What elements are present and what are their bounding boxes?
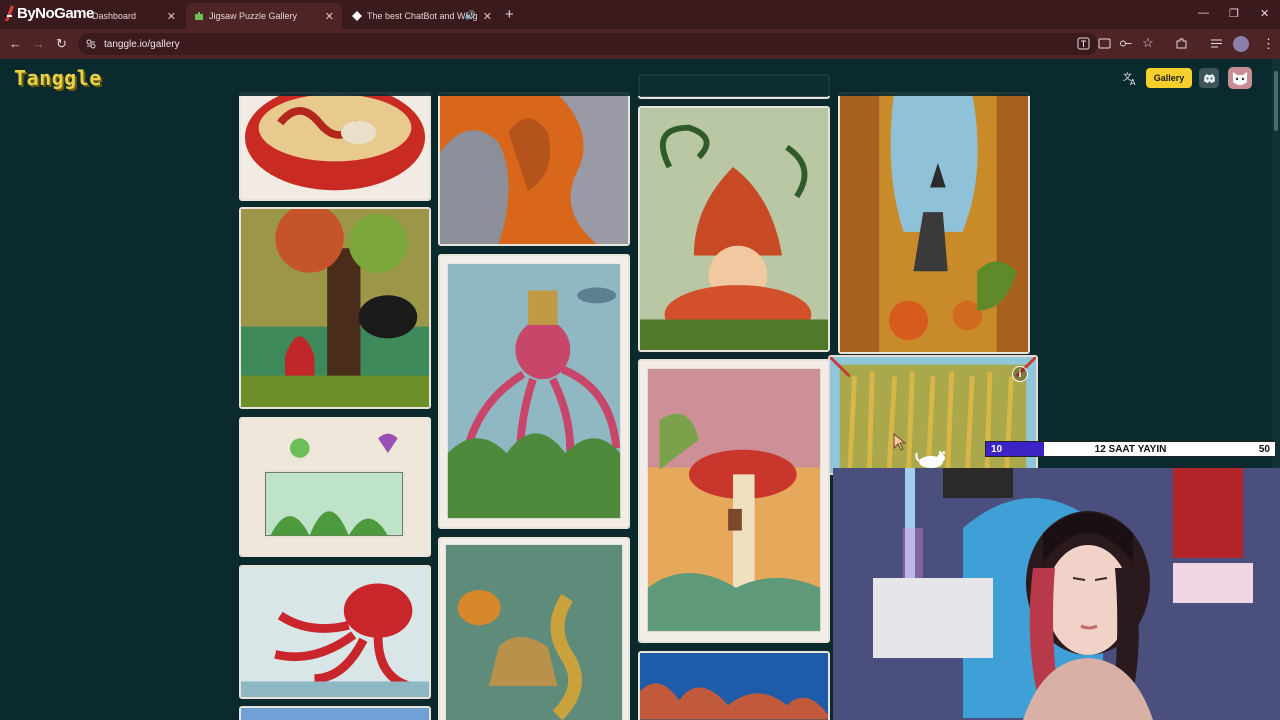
puzzle-card[interactable] [438,254,630,529]
minimize-icon[interactable]: — [1198,7,1209,19]
window-close-icon[interactable]: ✕ [1260,7,1269,20]
stream-goal-title: 12 SAAT YAYIN [1094,444,1167,455]
puzzle-card[interactable] [239,207,431,409]
restore-icon[interactable]: ❐ [1229,7,1239,20]
menu-icon[interactable]: ⋮ [1262,36,1275,52]
mouse-cursor-icon [893,433,907,451]
puzzle-card[interactable] [239,565,431,699]
puzzle-card[interactable] [838,92,1030,354]
streamer-logo-text: ByNoGame [17,4,94,22]
browser-tab-bar: ByNoGame Dashboard ✕ Jigsaw Puzzle Galle… [0,0,1280,29]
translate-page-icon[interactable] [1077,37,1090,50]
gallery-button[interactable]: Gallery [1146,68,1192,88]
cast-icon[interactable] [1098,37,1111,50]
translate-icon[interactable]: 文A [1122,70,1138,86]
browser-toolbar: ← → ↻ tanggle.io/gallery ☆ ⋮ [0,29,1280,59]
site-info-icon[interactable] [86,39,96,49]
tab-title: Jigsaw Puzzle Gallery [209,11,298,21]
cat-sprite-icon [915,451,946,468]
puzzle-image-coral-reef [640,653,828,720]
svg-text:A: A [1130,78,1136,86]
password-key-icon[interactable] [1119,37,1132,50]
reading-list-icon[interactable] [1210,37,1223,50]
site-navbar [0,59,1280,96]
tab-chatbot[interactable]: The best ChatBot and Widg 🔊 ✕ [344,3,500,29]
puzzle-image-seahorse [440,539,628,720]
discord-icon[interactable] [1199,68,1219,88]
webcam-overlay [833,468,1280,720]
puzzle-card[interactable] [239,706,431,720]
diamond-favicon-icon [352,11,362,21]
speaker-icon[interactable]: 🔊 [465,10,476,21]
puzzle-favicon-icon [195,12,203,20]
puzzle-image-gnome [640,108,828,350]
info-icon[interactable]: i [1012,366,1028,382]
logo-mark-icon [5,5,14,21]
puzzle-image-autumn-witch [840,94,1028,352]
webcam-feed [833,468,1280,720]
puzzle-image-red-riding-hood [241,209,429,407]
puzzle-card[interactable] [239,92,431,201]
url-text: tanggle.io/gallery [104,38,180,50]
puzzle-card[interactable] [239,417,431,557]
puzzle-image-aquarium [241,419,429,555]
scrollbar-thumb[interactable] [1274,71,1278,131]
forward-icon[interactable]: → [32,36,45,51]
puzzle-card[interactable] [638,651,830,720]
puzzle-card[interactable] [638,359,830,643]
close-icon[interactable]: ✕ [483,10,492,23]
back-icon[interactable]: ← [9,36,22,51]
close-icon[interactable]: ✕ [167,10,176,23]
puzzle-image-soup-bowl [241,94,429,199]
puzzle-image-red-octopus [241,567,429,697]
puzzle-image-blue-partial [241,708,429,720]
user-avatar-icon [1233,72,1247,85]
tab-dashboard[interactable]: Dashboard ✕ [84,3,184,29]
tab-title: The best ChatBot and Widg [367,11,478,21]
puzzle-card[interactable] [438,92,630,246]
new-tab-button[interactable]: + [505,6,514,23]
puzzle-image-steampunk-octopus [440,256,628,527]
tanggle-logo[interactable]: Tanggle [14,66,102,90]
close-icon[interactable]: ✕ [325,10,334,23]
extensions-icon[interactable] [1175,37,1188,50]
puzzle-card[interactable] [438,537,630,720]
puzzle-image-mushroom-lantern [640,361,828,641]
puzzle-card[interactable] [638,106,830,352]
puzzle-image-rock-forms [440,94,628,244]
streamer-logo: ByNoGame [2,2,94,24]
address-bar[interactable]: tanggle.io/gallery [78,33,1098,55]
tab-jigsaw-gallery[interactable]: Jigsaw Puzzle Gallery ✕ [186,3,342,29]
stream-goal-bar: 10 12 SAAT YAYIN 50 [985,441,1276,457]
avatar[interactable] [1228,67,1252,89]
stream-goal-max: 50 [1258,444,1270,455]
reload-icon[interactable]: ↻ [56,36,67,52]
profile-avatar-icon[interactable] [1233,36,1249,52]
tab-title: Dashboard [92,11,137,21]
star-icon[interactable]: ☆ [1142,35,1154,51]
